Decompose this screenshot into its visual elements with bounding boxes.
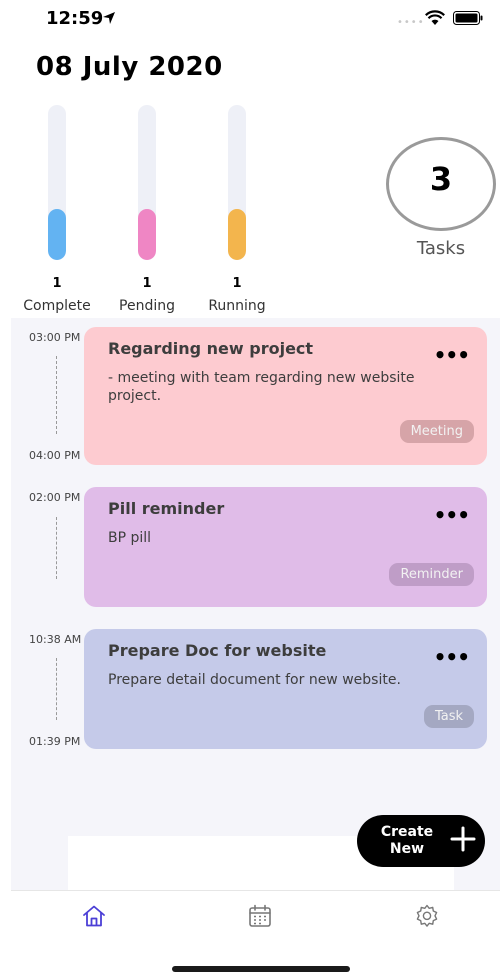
task-card[interactable]: Regarding new project ••• - meeting with… bbox=[84, 327, 487, 465]
running-progress-bar bbox=[228, 105, 246, 260]
timeline-connector bbox=[56, 658, 57, 720]
location-arrow-icon bbox=[103, 12, 115, 24]
task-title: Pill reminder bbox=[108, 499, 225, 518]
pending-count: 1 bbox=[142, 276, 152, 291]
complete-label: Complete bbox=[23, 298, 91, 314]
total-tasks-label: Tasks bbox=[416, 238, 466, 259]
task-end-time: 01:39 PM bbox=[29, 735, 81, 748]
task-start-time: 10:38 AM bbox=[29, 633, 82, 646]
task-tag-badge: Meeting bbox=[399, 420, 474, 443]
wifi-icon bbox=[425, 10, 445, 25]
complete-progress-fill bbox=[48, 208, 66, 260]
task-description: - meeting with team regarding new websit… bbox=[108, 370, 415, 404]
page-title-date: 08 July 2020 bbox=[36, 52, 223, 82]
task-end-time: 04:00 PM bbox=[29, 449, 81, 462]
create-new-label: Create New bbox=[372, 824, 442, 858]
create-new-label-line2: New bbox=[389, 841, 425, 857]
home-icon[interactable] bbox=[81, 903, 107, 929]
status-bar: 12:59 •••• bbox=[0, 0, 500, 40]
home-indicator bbox=[172, 966, 350, 972]
task-description: Prepare detail document for new website. bbox=[108, 672, 401, 688]
signal-icon: •••• bbox=[397, 17, 425, 28]
task-list[interactable]: 03:00 PM 04:00 PM Regarding new project … bbox=[11, 318, 500, 890]
task-start-time: 02:00 PM bbox=[29, 491, 81, 504]
more-options-icon[interactable]: ••• bbox=[434, 343, 470, 367]
battery-icon bbox=[453, 11, 483, 25]
pending-progress-bar bbox=[138, 105, 156, 260]
running-progress-fill bbox=[228, 208, 246, 260]
more-options-icon[interactable]: ••• bbox=[434, 645, 470, 669]
more-options-icon[interactable]: ••• bbox=[434, 503, 470, 527]
status-time: 12:59 bbox=[46, 8, 104, 29]
complete-progress-bar bbox=[48, 105, 66, 260]
task-title: Regarding new project bbox=[108, 339, 314, 358]
plus-icon bbox=[450, 826, 476, 852]
pending-progress-fill bbox=[138, 208, 156, 260]
task-description: BP pill bbox=[108, 530, 152, 546]
create-new-button[interactable]: Create New bbox=[357, 815, 485, 867]
pending-label: Pending bbox=[119, 298, 175, 314]
running-count: 1 bbox=[232, 276, 242, 291]
task-tag-badge: Reminder bbox=[389, 563, 474, 586]
running-label: Running bbox=[208, 298, 266, 314]
total-tasks-count: 3 bbox=[429, 160, 453, 198]
task-start-time: 03:00 PM bbox=[29, 331, 81, 344]
calendar-icon[interactable] bbox=[247, 903, 273, 929]
complete-count: 1 bbox=[52, 276, 62, 291]
task-card[interactable]: Prepare Doc for website ••• Prepare deta… bbox=[84, 629, 487, 749]
task-card[interactable]: Pill reminder ••• BP pill Reminder bbox=[84, 487, 487, 607]
task-title: Prepare Doc for website bbox=[108, 641, 327, 660]
gear-icon[interactable] bbox=[414, 903, 440, 929]
timeline-connector bbox=[56, 356, 57, 434]
create-new-label-line1: Create bbox=[380, 824, 434, 840]
bottom-tab-bar bbox=[11, 890, 500, 976]
task-tag-badge: Task bbox=[423, 705, 474, 728]
timeline-connector bbox=[56, 517, 57, 579]
